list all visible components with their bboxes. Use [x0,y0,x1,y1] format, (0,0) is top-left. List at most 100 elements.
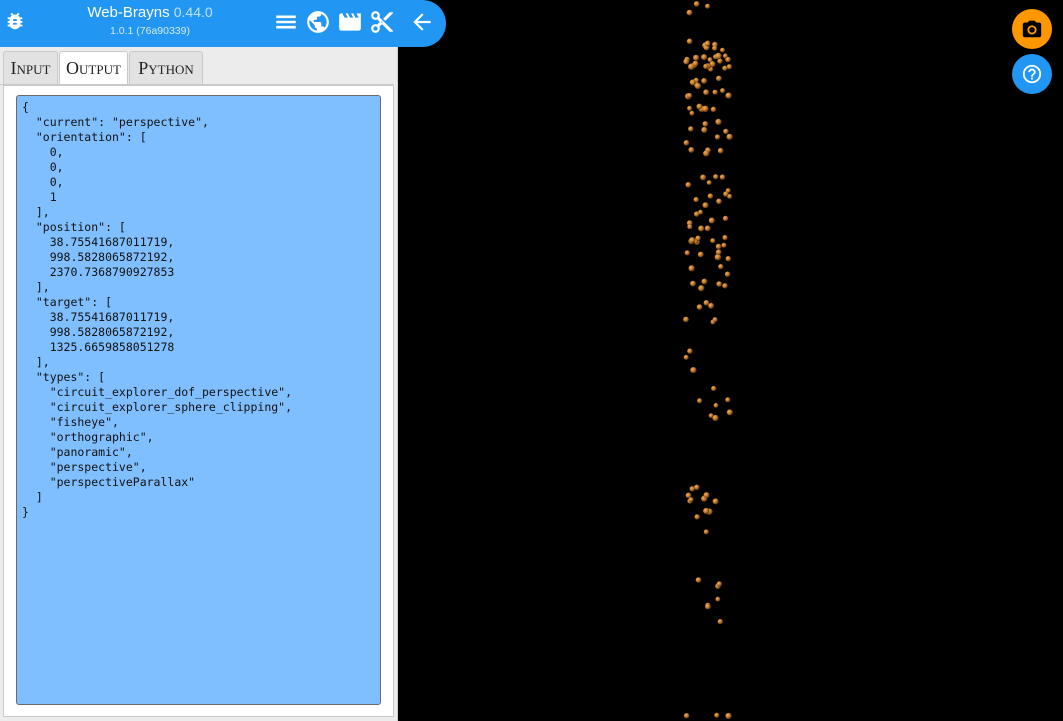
help-icon [1022,64,1042,84]
sphere [716,281,722,287]
bug-icon[interactable] [4,10,26,32]
tab-bar: Input Output Python [0,51,397,85]
sphere [687,224,693,230]
sphere [715,596,721,602]
sphere [700,174,706,181]
sphere [716,581,722,587]
sphere [688,497,694,503]
sphere [703,507,710,515]
sphere [689,486,695,492]
sphere [713,174,719,180]
sphere [715,52,722,60]
help-button[interactable] [1012,54,1052,94]
output-panel: { "current": "perspective", "orientation… [3,85,394,717]
sphere [712,45,718,51]
sphere [723,53,728,59]
sphere [726,133,733,140]
sphere [702,105,709,113]
sphere [715,118,722,125]
sphere [725,712,732,720]
sphere [719,174,726,180]
sphere [716,75,722,82]
side-panel: Input Output Python { "current": "perspe… [0,47,398,721]
sphere [723,191,729,197]
sphere [704,225,711,232]
sphere [689,237,696,244]
sphere [708,302,714,309]
sphere [725,256,731,262]
sphere [701,126,708,133]
sphere [683,140,690,146]
sphere [695,577,702,583]
sphere [688,147,695,153]
sphere [715,249,722,255]
sphere [717,58,723,64]
sphere [708,217,715,224]
sphere [722,65,728,71]
sphere [705,3,711,9]
sphere [694,211,700,217]
menu-icon[interactable] [273,9,299,35]
sphere [721,242,727,248]
sphere [702,202,709,209]
sphere [696,103,703,110]
sphere [687,348,693,354]
sphere [702,121,709,127]
sphere [711,385,717,392]
sphere [720,88,726,94]
sphere [701,54,708,61]
sphere [707,193,714,199]
sphere [683,316,689,323]
sphere [701,278,708,285]
sphere [684,250,690,256]
sphere [703,300,710,306]
sphere [726,64,732,70]
sphere [713,403,719,408]
sphere [710,238,716,244]
sphere [726,409,733,416]
sphere [697,398,703,404]
arrow-left-icon[interactable] [409,9,435,35]
sphere [712,498,719,505]
sphere [703,529,709,535]
sphere [684,713,690,719]
movie-clapper-icon[interactable] [337,9,363,35]
sphere [708,413,714,419]
tab-python[interactable]: Python [129,51,203,84]
sphere [692,60,699,67]
sphere [706,180,712,186]
scissors-icon[interactable] [369,9,395,35]
sphere [722,215,729,222]
render-viewport[interactable] [398,0,1063,721]
sphere [722,235,728,241]
sphere [722,283,728,289]
tab-input[interactable]: Input [3,51,58,84]
sphere [696,304,703,310]
sphere [712,317,718,323]
tab-output[interactable]: Output [59,51,128,85]
globe-icon[interactable] [305,9,331,35]
output-json-text[interactable]: { "current": "perspective", "orientation… [16,95,381,705]
sphere [693,54,700,61]
sphere [718,264,724,270]
app-version: 0.44.0 [173,4,213,20]
sphere [686,38,693,45]
sphere [686,93,693,99]
sphere [697,251,704,258]
sphere [698,225,705,232]
sphere [686,9,693,16]
sphere [685,182,692,188]
sphere [689,79,696,86]
sphere [701,78,707,84]
sphere [725,397,731,403]
sphere [725,92,732,99]
sphere [703,89,709,96]
app-build: 1.0.1 (76a90339) [110,25,190,37]
snapshot-button[interactable] [1012,9,1052,49]
sphere [717,147,724,154]
sphere [683,354,689,360]
sphere [710,106,717,113]
sphere [724,271,731,277]
sphere [689,110,695,116]
sphere-cloud [683,1,733,720]
